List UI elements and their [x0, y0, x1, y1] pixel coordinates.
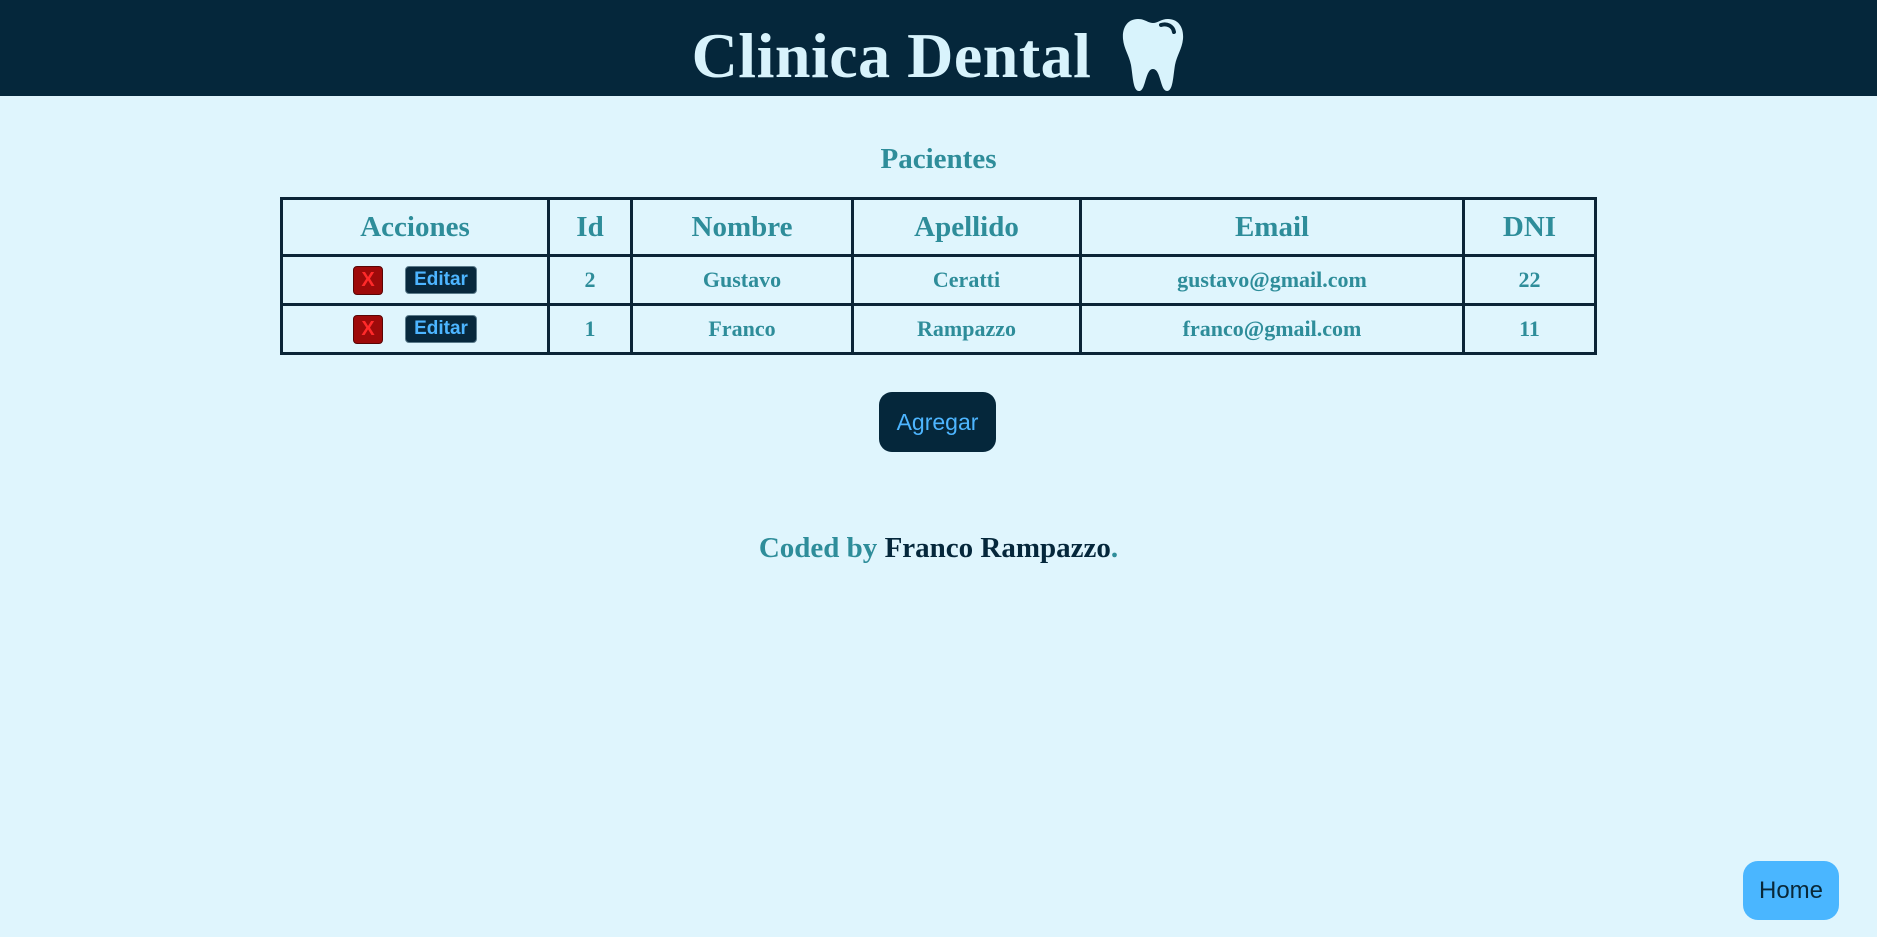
edit-button[interactable]: Editar [405, 315, 477, 343]
delete-button[interactable]: X [353, 265, 384, 295]
tooth-icon [1123, 19, 1184, 91]
footer-suffix: . [1110, 532, 1119, 564]
cell-apellido: Ceratti [851, 254, 1082, 306]
column-header-apellido: Apellido [851, 197, 1082, 257]
delete-button[interactable]: X [353, 314, 384, 344]
footer-prefix: Coded by [758, 532, 885, 564]
edit-button[interactable]: Editar [405, 266, 477, 294]
column-header-id: Id [547, 197, 633, 257]
footer-credit: Coded by Franco Rampazzo. [0, 532, 1877, 565]
table-row: X Editar 2 Gustavo Ceratti gustavo@gmail… [280, 254, 1597, 306]
cell-nombre: Gustavo [630, 254, 854, 306]
actions-cell: X Editar [280, 303, 550, 355]
column-header-acciones: Acciones [280, 197, 550, 257]
column-header-email: Email [1079, 197, 1465, 257]
add-button[interactable]: Agregar [879, 392, 996, 452]
section-title: Pacientes [880, 143, 997, 175]
actions-cell: X Editar [280, 254, 550, 306]
footer-author: Franco Rampazzo [884, 532, 1111, 564]
cell-id: 1 [547, 303, 633, 355]
cell-apellido: Rampazzo [851, 303, 1082, 355]
header-bar: Clinica Dental [0, 0, 1877, 96]
cell-id: 2 [547, 254, 633, 306]
app-title: Clinica Dental [691, 20, 1092, 91]
patients-table: Acciones Id Nombre Apellido Email DNI X … [280, 197, 1597, 355]
cell-dni: 11 [1462, 303, 1597, 355]
actions-group: X Editar [284, 265, 546, 295]
home-button[interactable]: Home [1743, 861, 1839, 920]
column-header-nombre: Nombre [630, 197, 854, 257]
cell-email: gustavo@gmail.com [1079, 254, 1465, 306]
cell-nombre: Franco [630, 303, 854, 355]
actions-group: X Editar [284, 314, 546, 344]
cell-email: franco@gmail.com [1079, 303, 1465, 355]
table-row: X Editar 1 Franco Rampazzo franco@gmail.… [280, 303, 1597, 355]
cell-dni: 22 [1462, 254, 1597, 306]
column-header-dni: DNI [1462, 197, 1597, 257]
header-content: Clinica Dental [0, 0, 1877, 96]
table-header-row: Acciones Id Nombre Apellido Email DNI [280, 197, 1597, 257]
